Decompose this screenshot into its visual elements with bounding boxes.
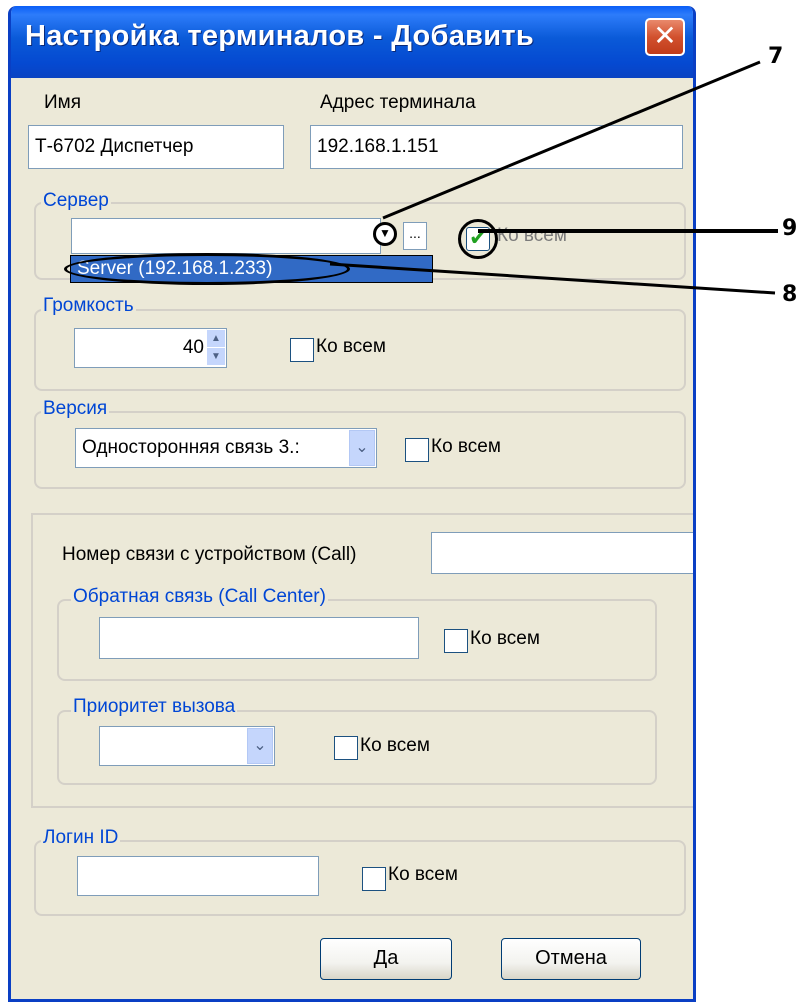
dialog-window: Настройка терминалов - Добавить ✕ Имя Т-… [8,6,696,1002]
call-center-to-all-checkbox[interactable] [444,629,468,653]
version-dropdown-icon[interactable]: ⌄ [349,430,375,466]
call-center-legend: Обратная связь (Call Center) [71,586,328,608]
call-number-field[interactable] [431,532,693,574]
server-browse-button[interactable]: ... [403,222,427,250]
call-center-field[interactable] [99,617,419,659]
version-select[interactable]: Односторонняя связь 3.: [75,428,377,468]
server-to-all-label: Ко всем [497,225,567,246]
volume-to-all-checkbox[interactable] [290,338,314,362]
login-to-all-checkbox[interactable] [362,867,386,891]
title-bar[interactable]: Настройка терминалов - Добавить ✕ [11,6,693,78]
login-id-field[interactable] [77,856,319,896]
spin-down-icon[interactable]: ▼ [207,348,225,365]
checkbox-highlight-circle [458,219,498,259]
close-button[interactable]: ✕ [645,18,685,56]
priority-dropdown-icon[interactable]: ⌄ [247,728,273,764]
server-combo[interactable] [71,218,381,254]
server-legend: Сервер [41,190,111,212]
window-title: Настройка терминалов - Добавить [25,20,535,52]
login-legend: Логин ID [41,827,121,849]
priority-to-all-checkbox[interactable] [334,736,358,760]
cancel-button[interactable]: Отмена [501,938,641,980]
annotation-9: 9 [782,216,798,241]
priority-to-all-label: Ко всем [360,735,430,756]
option-highlight-ellipse [64,253,350,285]
volume-legend: Громкость [41,295,136,317]
volume-to-all-label: Ко всем [316,336,386,357]
name-label: Имя [44,92,82,113]
server-combo-arrow-icon[interactable]: ▼ [373,222,397,246]
version-to-all-label: Ко всем [431,436,501,457]
priority-legend: Приоритет вызова [71,696,238,718]
volume-value: 40 [182,337,204,358]
volume-spinner[interactable]: 40 [74,328,227,368]
call-number-label: Номер связи с устройством (Call) [62,544,357,565]
login-to-all-label: Ко всем [388,864,458,885]
address-label: Адрес терминала [320,92,476,113]
name-field[interactable]: Т-6702 Диспетчер [28,125,284,169]
ok-button[interactable]: Да [320,938,452,980]
annotation-8: 8 [782,282,798,307]
version-to-all-checkbox[interactable] [405,438,429,462]
spin-up-icon[interactable]: ▲ [207,330,225,347]
call-center-to-all-label: Ко всем [470,628,540,649]
version-legend: Версия [41,398,110,420]
annotation-7: 7 [768,44,784,69]
address-field[interactable]: 192.168.1.151 [310,125,683,169]
